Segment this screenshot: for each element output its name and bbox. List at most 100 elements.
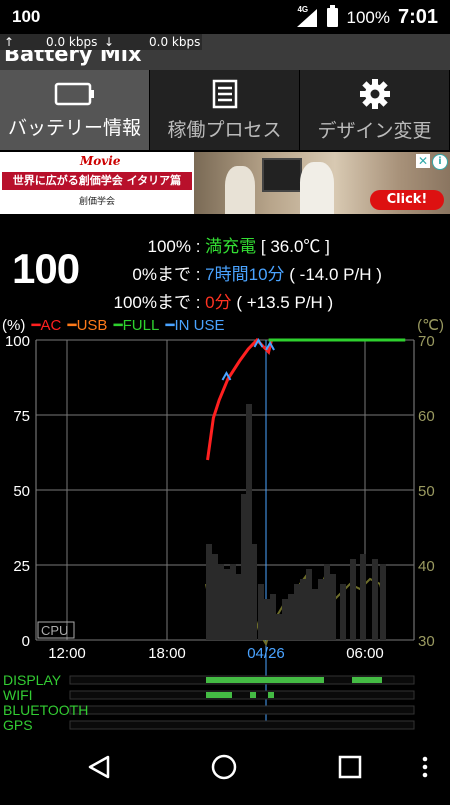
y-right-tick-label: 60 [418,408,435,425]
battery-percent: 100% [346,8,389,28]
charge-status: 満充電 [205,237,256,256]
activity-label: BLUETOOTH [3,702,88,718]
cpu-bar [350,559,356,640]
time-to-empty: 7時間10分 [205,265,284,284]
y-tick-label: 25 [13,558,30,575]
x-tick-label: 12:00 [48,645,86,662]
ad-click-button[interactable]: Click! [370,190,444,210]
charge-rate: ( +13.5 P/H ) [232,293,334,312]
activity-track [70,691,414,699]
cpu-bar [276,614,282,640]
tab-label: バッテリー情報 [8,113,141,140]
ad-org: 創価学会 [0,194,194,207]
back-icon[interactable] [90,757,108,777]
upload-arrow-icon: ↑ [4,35,14,49]
cpu-label: CPU [41,623,68,638]
tab-label: 稼働プロセス [167,115,281,142]
row-sep: : [191,293,205,312]
tab-design[interactable]: デザイン変更 [300,70,450,150]
display-segment [206,677,324,683]
y-right-tick-label: 40 [418,558,435,575]
cpu-bar [312,589,318,640]
cpu-bar [324,564,330,640]
right-axis-unit: (℃) [417,316,444,334]
cpu-bar [300,579,306,640]
ad-close-icon[interactable]: ✕ [416,154,430,168]
ad-headline: 世界に広がる創価学会 イタリア篇 [2,172,192,190]
tab-bar: バッテリー情報 稼働プロセス デザイン変更 [0,70,450,150]
status-bar: 100 4G 100% 7:01 [0,0,450,34]
x-tick-label: 18:00 [148,645,186,662]
row-sep: : [191,265,205,284]
cpu-bar [318,579,324,640]
cpu-bar [282,599,288,640]
x-tick-label: 04/26 [247,645,285,662]
battery-status-icon [327,8,338,27]
display-segment [352,677,382,683]
y-tick-label: 100 [5,333,30,350]
legend-full: ━FULL [114,317,160,334]
cpu-bar [258,584,264,640]
tab-label: デザイン変更 [317,116,431,143]
ad-banner[interactable]: Movie 世界に広がる創価学会 イタリア篇 創価学会 Click! ✕ i [0,152,450,214]
cpu-bar [251,544,257,640]
signal-icon: 4G [297,9,319,27]
battery-history-chart[interactable]: 1007075605050254003012:0018:0004/2606:00… [0,314,450,734]
cpu-bar [218,564,224,640]
y-tick-label: 50 [13,483,30,500]
upload-speed: 0.0 kbps [46,35,97,49]
x-tick-label: 06:00 [346,645,384,662]
time-to-full-row: 100%まで : 0分 ( +13.5 P/H ) [0,288,333,313]
chart-legend: (%) ━AC ━USB ━FULL ━IN USE [2,316,227,334]
gear-icon [359,78,391,110]
home-icon[interactable] [213,756,235,778]
y-tick-label: 0 [22,633,30,650]
activity-track [70,721,414,729]
wifi-segment [206,692,232,698]
cpu-bar [270,594,276,640]
download-arrow-icon: ↓ [104,35,114,49]
row-sep: : [191,237,205,256]
clock: 7:01 [398,6,438,29]
battery-status-row: 100% : 満充電 [ 36.0℃ ] [0,232,330,257]
cpu-bar [372,559,378,640]
battery-temp: [ 36.0℃ ] [256,237,330,256]
left-axis-unit: (%) [2,317,25,334]
y-right-tick-label: 70 [418,333,435,350]
list-icon [211,79,239,109]
legend-in-use: ━IN USE [165,317,224,334]
cpu-bar [230,564,236,640]
battery-icon [54,81,96,107]
tab-battery-info[interactable]: バッテリー情報 [0,70,150,150]
cpu-bar [264,599,270,640]
time-to-empty-row: 0%まで : 7時間10分 ( -14.0 P/H ) [0,260,382,285]
legend-ac: ━AC [32,317,62,334]
cpu-bar [340,584,346,640]
row-key: 100%まで [0,288,191,313]
tab-processes[interactable]: 稼働プロセス [150,70,300,150]
navigation-bar [0,736,450,801]
time-to-full: 0分 [205,293,231,312]
cpu-bar [306,569,312,640]
activity-label: DISPLAY [3,672,62,688]
ad-info-icon[interactable]: i [432,154,448,170]
series-line-ac [208,340,272,460]
menu-icon[interactable] [423,757,428,778]
activity-label: WIFI [3,687,33,703]
row-key: 0%まで [0,260,191,285]
recents-icon[interactable] [340,757,360,777]
activity-track [70,706,414,714]
ad-image-person [225,166,255,214]
wifi-segment [268,692,274,698]
y-tick-label: 75 [13,408,30,425]
activity-label: GPS [3,717,33,733]
status-left-text: 100 [12,7,40,27]
discharge-rate: ( -14.0 P/H ) [285,265,382,284]
ad-image-person [300,162,334,214]
ad-image-tv [262,158,302,192]
row-key: 100% [0,237,191,257]
cpu-bar [288,594,294,640]
cpu-bar [206,544,212,640]
wifi-segment [250,692,256,698]
y-right-tick-label: 30 [418,633,435,650]
